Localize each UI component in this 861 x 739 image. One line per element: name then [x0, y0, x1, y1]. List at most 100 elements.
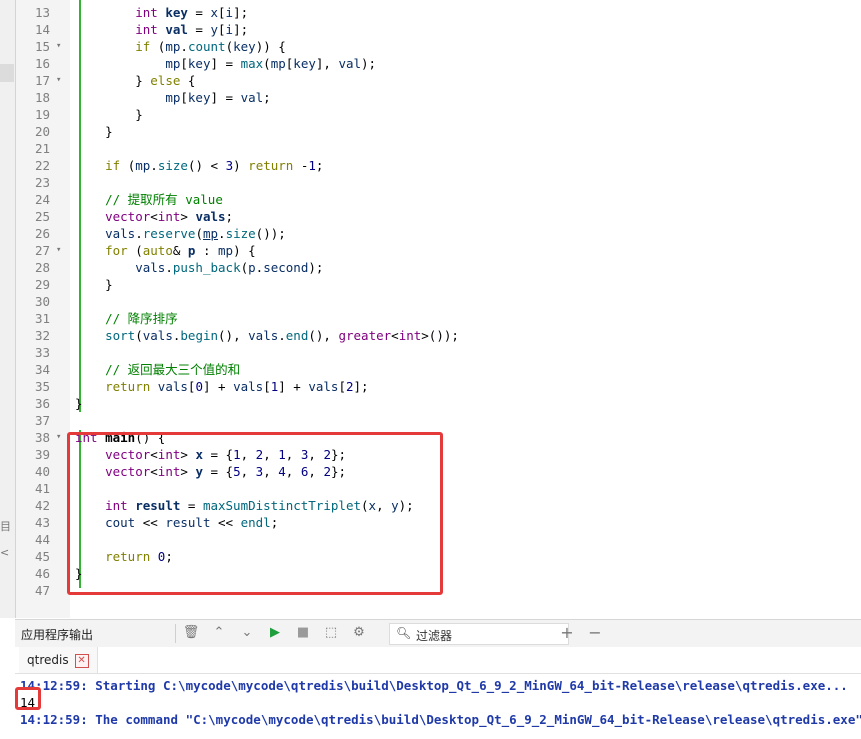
code-line: 28 vals.push_back(p.second); — [16, 259, 861, 276]
line-number: 44 — [34, 532, 50, 547]
code-text: // 提取所有 value — [105, 192, 223, 207]
filter-input[interactable]: 🔍︎ 过滤器 — [389, 623, 569, 645]
code-line: 19 } — [16, 106, 861, 123]
line-number: 32 — [34, 328, 50, 343]
output-pane-title: 应用程序输出 — [21, 628, 94, 642]
output-pane-toolbar: 应用程序输出 🗑 ⌃ ⌄ ▶ ■ ⬚ ⚙ 🔍︎ 过滤器 + − — [15, 619, 861, 648]
line-number: 40 — [34, 464, 50, 479]
code-line: 13 int key = x[i]; — [16, 4, 861, 21]
code-line: 22 if (mp.size() < 3) return -1; — [16, 157, 861, 174]
code-text: } else { — [75, 73, 196, 88]
code-line: 30 — [16, 293, 861, 310]
attach-debugger-icon[interactable]: ⬚ — [321, 623, 341, 643]
code-line: 18 mp[key] = val; — [16, 89, 861, 106]
line-number: 18 — [34, 90, 50, 105]
minus-icon[interactable]: − — [585, 623, 605, 643]
line-number: 24 — [34, 192, 50, 207]
fold-toggle-icon[interactable]: ▾ — [56, 429, 66, 446]
line-number: 39 — [34, 447, 50, 462]
line-number: 33 — [34, 345, 50, 360]
line-number: 21 — [34, 141, 50, 156]
code-line: 35 return vals[0] + vals[1] + vals[2]; — [16, 378, 861, 395]
line-number: 35 — [34, 379, 50, 394]
code-line: 29 } — [16, 276, 861, 293]
fold-toggle-icon[interactable]: ▾ — [56, 242, 66, 259]
output-console[interactable]: 14:12:59: Starting C:\mycode\mycode\qtre… — [15, 674, 861, 739]
fold-toggle-icon[interactable]: ▾ — [56, 38, 66, 55]
code-text: vals.push_back(p.second); — [135, 260, 324, 275]
line-number: 34 — [34, 362, 50, 377]
code-text: } — [75, 107, 143, 122]
line-number: 41 — [34, 481, 50, 496]
code-text: mp[key] = max(mp[key], val); — [165, 56, 377, 71]
line-number: 27 — [34, 243, 50, 258]
run-icon[interactable]: ▶ — [265, 623, 285, 643]
line-number: 42 — [34, 498, 50, 513]
side-glyph: 目 — [0, 520, 11, 533]
code-line: 37 — [16, 412, 861, 429]
code-text: int val = y[i]; — [135, 22, 249, 37]
line-number: 17 — [34, 73, 50, 88]
line-number: 38 — [34, 430, 50, 445]
line-number: 14 — [34, 22, 50, 37]
code-text: } — [75, 396, 83, 411]
output-line-start: 14:12:59: Starting C:\mycode\mycode\qtre… — [20, 678, 848, 693]
code-line: 32 sort(vals.begin(), vals.end(), greate… — [16, 327, 861, 344]
line-number: 46 — [34, 566, 50, 581]
output-tabs: qtredis ✕ — [15, 647, 861, 674]
line-number: 47 — [34, 583, 50, 598]
clear-output-icon[interactable]: 🗑 — [181, 623, 201, 643]
code-line: 15 ▾ if (mp.count(key)) { — [16, 38, 861, 55]
line-number: 23 — [34, 175, 50, 190]
code-text: if (mp.count(key)) { — [135, 39, 286, 54]
code-line: 36} — [16, 395, 861, 412]
line-number: 28 — [34, 260, 50, 275]
code-text: if (mp.size() < 3) return -1; — [105, 158, 324, 173]
line-number: 37 — [34, 413, 50, 428]
tab-qtredis[interactable]: qtredis ✕ — [19, 647, 98, 673]
fold-toggle-icon[interactable]: ▾ — [56, 72, 66, 89]
add-icon[interactable]: + — [557, 623, 577, 643]
prev-item-icon[interactable]: ⌃ — [209, 623, 229, 643]
close-tab-icon[interactable]: ✕ — [74, 653, 89, 668]
left-sidebar-strip: 目 < — [0, 0, 16, 618]
main-function-highlight — [67, 432, 443, 595]
line-number: 45 — [34, 549, 50, 564]
code-line: 20 } — [16, 123, 861, 140]
code-text: for (auto& p : mp) { — [105, 243, 256, 258]
code-line: 21 — [16, 140, 861, 157]
line-number: 26 — [34, 226, 50, 241]
line-number: 13 — [34, 5, 50, 20]
code-line: 24 // 提取所有 value — [16, 191, 861, 208]
code-text: mp[key] = val; — [165, 90, 271, 105]
line-number: 30 — [34, 294, 50, 309]
code-line: 27 ▾ for (auto& p : mp) { — [16, 242, 861, 259]
line-number: 22 — [34, 158, 50, 173]
code-line: 34 // 返回最大三个值的和 — [16, 361, 861, 378]
tab-label: qtredis — [27, 653, 69, 667]
code-line: 14 int val = y[i]; — [16, 21, 861, 38]
settings-gear-icon[interactable]: ⚙ — [349, 623, 369, 643]
code-text: vector<int> vals; — [105, 209, 234, 224]
code-text: return vals[0] + vals[1] + vals[2]; — [105, 379, 369, 394]
output-line-finished: 14:12:59: The command "C:\mycode\mycode\… — [20, 712, 861, 727]
line-number: 25 — [34, 209, 50, 224]
code-line: 23 — [16, 174, 861, 191]
code-line: 16 mp[key] = max(mp[key], val); — [16, 55, 861, 72]
result-highlight — [15, 687, 41, 710]
code-text: } — [75, 124, 113, 139]
code-line: 25 vector<int> vals; — [16, 208, 861, 225]
filter-placeholder: 过滤器 — [416, 629, 453, 643]
code-line: 33 — [16, 344, 861, 361]
code-line: 17 ▾ } else { — [16, 72, 861, 89]
line-number: 19 — [34, 107, 50, 122]
code-line: 31 // 降序排序 — [16, 310, 861, 327]
stop-icon[interactable]: ■ — [293, 623, 313, 643]
code-text: // 返回最大三个值的和 — [105, 362, 241, 377]
line-number: 20 — [34, 124, 50, 139]
line-number: 29 — [34, 277, 50, 292]
line-number: 31 — [34, 311, 50, 326]
code-text: } — [75, 277, 113, 292]
code-text: vals.reserve(mp.size()); — [105, 226, 286, 241]
next-item-icon[interactable]: ⌄ — [237, 623, 257, 643]
